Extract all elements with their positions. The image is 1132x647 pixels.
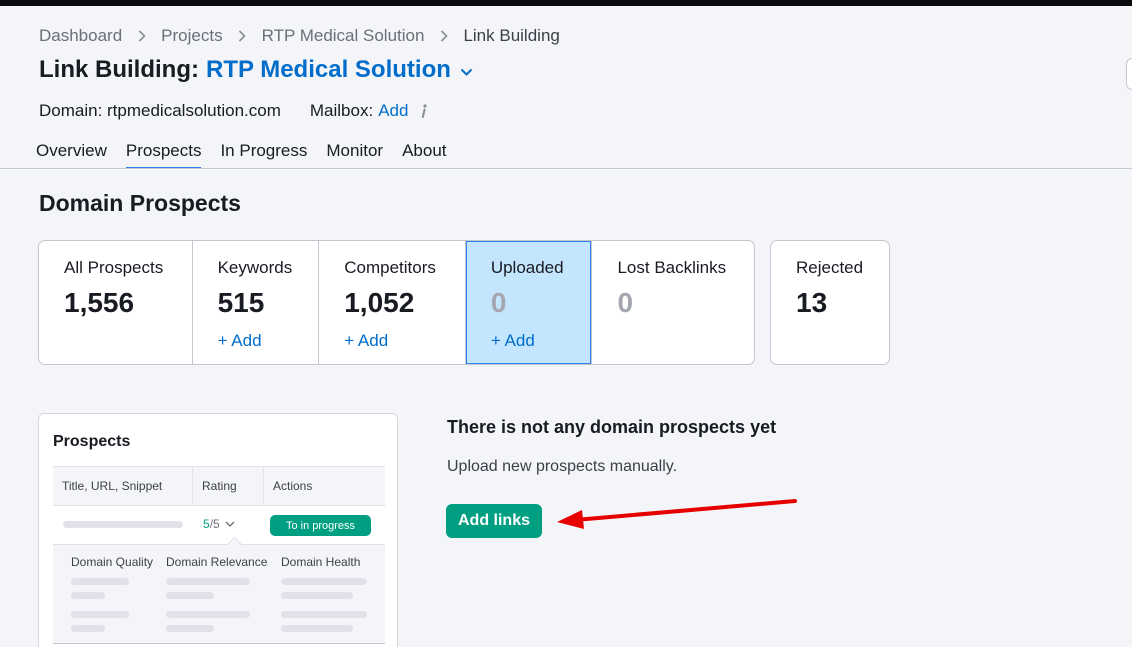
stat-label: Keywords	[217, 258, 293, 277]
tab-about[interactable]: About	[402, 141, 446, 169]
section-title: Domain Prospects	[39, 190, 241, 216]
chevron-down-icon	[225, 521, 235, 527]
preview-column-header: Rating	[192, 467, 263, 505]
detail-header: Domain Quality	[71, 555, 154, 569]
stat-label: Lost Backlinks	[617, 258, 727, 277]
stat-value: 515	[217, 287, 265, 318]
breadcrumb-dashboard[interactable]: Dashboard	[39, 26, 122, 46]
preview-column-header: Actions	[263, 467, 385, 505]
breadcrumb: Dashboard Projects RTP Medical Solution …	[39, 26, 560, 46]
placeholder-bar	[166, 592, 214, 599]
stat-label: Uploaded	[490, 258, 564, 277]
tabs: Overview Prospects In Progress Monitor A…	[36, 141, 466, 169]
mailbox-add-link[interactable]: Add	[378, 101, 408, 121]
stat-competitors[interactable]: Competitors 1,052 + Add	[319, 241, 466, 364]
placeholder-bar	[281, 611, 367, 618]
placeholder-bar	[63, 521, 183, 528]
project-selector[interactable]: RTP Medical Solution	[206, 56, 451, 84]
preview-table-header: Title, URL, Snippet Rating Actions	[53, 466, 385, 506]
breadcrumb-project[interactable]: RTP Medical Solution	[262, 26, 425, 46]
placeholder-bar	[281, 625, 353, 632]
placeholder-bar	[71, 578, 129, 585]
placeholder-bar	[166, 625, 214, 632]
annotation-arrow	[557, 499, 797, 529]
preview-details: Domain Quality Domain Relevance Domain H…	[53, 536, 385, 644]
header-action-button[interactable]	[1126, 58, 1132, 90]
rating-max: /5	[209, 517, 220, 531]
info-icon[interactable]	[417, 102, 431, 120]
tab-overview[interactable]: Overview	[36, 141, 107, 169]
placeholder-bar	[281, 592, 353, 599]
placeholder-bar	[166, 611, 250, 618]
preview-column-header: Title, URL, Snippet	[62, 479, 163, 493]
page-title: Link Building: RTP Medical Solution	[39, 56, 477, 84]
prospects-preview-illustration: Prospects Title, URL, Snippet Rating Act…	[38, 413, 398, 647]
stat-lost-backlinks[interactable]: Lost Backlinks 0	[592, 241, 754, 364]
tabs-divider	[0, 168, 1132, 169]
tab-in-progress[interactable]: In Progress	[220, 141, 307, 169]
page-title-prefix: Link Building:	[39, 56, 199, 83]
placeholder-bar	[166, 578, 250, 585]
stat-rejected[interactable]: Rejected 13	[771, 241, 889, 364]
add-keywords-link[interactable]: + Add	[218, 331, 262, 351]
stat-label: Rejected	[796, 258, 864, 277]
placeholder-bar	[281, 578, 367, 585]
domain-label: Domain: rtpmedicalsolution.com	[39, 101, 281, 120]
add-links-button[interactable]: Add links	[446, 504, 542, 538]
stat-value: 0	[490, 287, 507, 318]
empty-state-title: There is not any domain prospects yet	[447, 417, 777, 437]
detail-header: Domain Relevance	[166, 555, 268, 569]
chevron-right-icon	[223, 26, 262, 46]
stat-label: All Prospects	[64, 258, 164, 277]
placeholder-bar	[71, 625, 105, 632]
chevron-right-icon	[122, 26, 161, 46]
mailbox-label: Mailbox:	[309, 101, 374, 120]
stat-value: 0	[617, 287, 634, 318]
add-uploaded-link[interactable]: + Add	[491, 331, 535, 351]
preview-row: 5/5 To in progress	[53, 506, 385, 544]
chevron-right-icon	[424, 26, 463, 46]
empty-state-text: Upload new prospects manually.	[447, 458, 678, 475]
stat-label: Competitors	[344, 258, 436, 277]
preview-rating: 5/5	[203, 517, 235, 531]
tab-monitor[interactable]: Monitor	[326, 141, 383, 169]
stat-value: 1,556	[64, 287, 135, 318]
detail-header: Domain Health	[281, 555, 361, 569]
breadcrumb-projects[interactable]: Projects	[161, 26, 222, 46]
stat-all-prospects[interactable]: All Prospects 1,556	[39, 241, 193, 364]
preview-title: Prospects	[53, 433, 131, 450]
stat-uploaded[interactable]: Uploaded 0 + Add	[465, 241, 593, 364]
to-in-progress-pill: To in progress	[270, 515, 371, 536]
placeholder-bar	[71, 611, 129, 618]
tab-prospects[interactable]: Prospects	[125, 141, 202, 169]
top-bar	[0, 0, 1132, 6]
add-competitors-link[interactable]: + Add	[344, 331, 388, 351]
project-meta: Domain: rtpmedicalsolution.com Mailbox: …	[39, 101, 431, 121]
rejected-stats: Rejected 13	[770, 240, 890, 365]
placeholder-bar	[71, 592, 105, 599]
stat-value: 1,052	[344, 287, 415, 318]
stat-value: 13	[796, 287, 828, 318]
prospect-stats: All Prospects 1,556 Keywords 515 + Add C…	[38, 240, 755, 365]
chevron-down-icon[interactable]	[457, 62, 477, 82]
breadcrumb-current: Link Building	[463, 26, 560, 45]
stat-keywords[interactable]: Keywords 515 + Add	[193, 241, 320, 364]
rating-value: 5	[203, 517, 210, 531]
